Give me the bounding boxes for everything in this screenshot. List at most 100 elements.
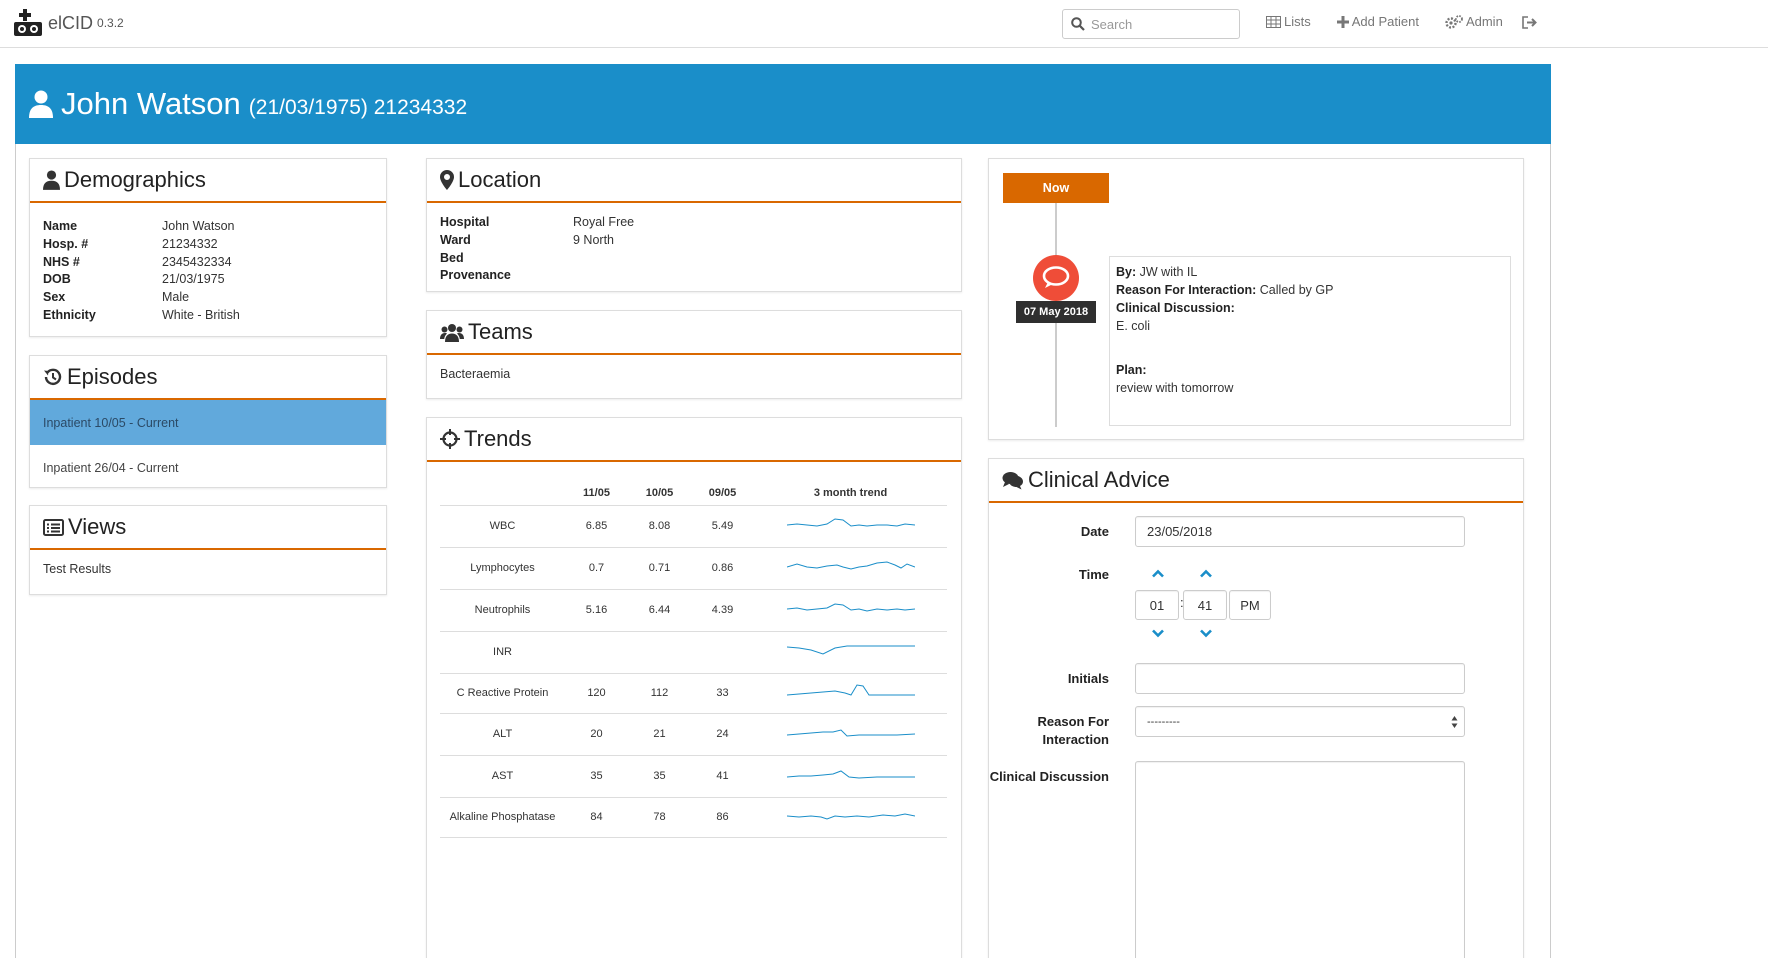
logout-icon[interactable] <box>1522 16 1538 34</box>
test-name: Alkaline Phosphatase <box>440 797 565 838</box>
test-name: Neutrophils <box>440 589 565 632</box>
hour-input[interactable]: 01 <box>1135 590 1179 620</box>
nav-lists[interactable]: Lists <box>1266 14 1311 29</box>
location-row: Hospital Royal Free <box>440 214 948 232</box>
location-row: Provenance <box>440 267 948 285</box>
by-value: JW with IL <box>1139 265 1198 279</box>
app-version: 0.3.2 <box>97 16 124 30</box>
view-item-test-results[interactable]: Test Results <box>43 562 111 576</box>
test-value: 5.49 <box>691 505 754 548</box>
test-value: 5.16 <box>565 589 628 632</box>
reason-label: Reason For Interaction: <box>1116 283 1257 297</box>
trend-sparkline-cell <box>754 589 947 632</box>
nav-admin-label: Admin <box>1465 14 1503 29</box>
test-name: AST <box>440 755 565 798</box>
demographics-row: Hosp. # 21234332 <box>43 236 373 254</box>
trends-title: Trends <box>464 426 532 451</box>
trends-col-header: 09/05 <box>691 482 754 506</box>
test-value: 21 <box>628 713 691 756</box>
timeline-date-badge: 07 May 2018 <box>1016 301 1096 323</box>
date-label: Date <box>1080 524 1109 539</box>
location-row: Bed <box>440 250 948 268</box>
minute-input[interactable]: 41 <box>1183 590 1227 620</box>
trend-sparkline-cell <box>754 631 947 674</box>
demographics-value: 2345432334 <box>162 254 232 269</box>
trend-sparkline-cell <box>754 547 947 590</box>
demographics-header: Demographics <box>30 159 386 203</box>
test-value: 8.08 <box>628 505 691 548</box>
demographics-row: NHS # 2345432334 <box>43 254 373 272</box>
test-value: 112 <box>628 673 691 714</box>
trends-panel: Trends 11/05 10/05 09/05 3 month trend W… <box>426 417 962 958</box>
demographics-row: Ethnicity White - British <box>43 307 373 325</box>
trend-sparkline-cell <box>754 673 947 714</box>
initials-label: Initials <box>1067 671 1109 686</box>
demographics-label: Name <box>43 219 78 233</box>
chevron-down-icon[interactable] <box>1151 629 1165 638</box>
table-row: INR <box>440 631 947 674</box>
demographics-panel: Demographics Name John Watson Hosp. # 2123… <box>29 158 387 337</box>
demographics-label: NHS # <box>43 254 80 269</box>
test-value: 35 <box>628 755 691 798</box>
patient-dob-hosp: (21/03/1975) 21234332 <box>248 96 468 119</box>
table-row: AST 35 35 41 <box>440 755 947 798</box>
location-title: Location <box>458 167 542 192</box>
test-value: 24 <box>691 713 754 756</box>
brand[interactable]: elCID 0.3.2 <box>14 8 124 38</box>
reason-select-value: --------- <box>1147 715 1180 728</box>
app-name: elCID <box>48 12 94 33</box>
meridian-toggle-button[interactable]: PM <box>1229 590 1271 620</box>
chevron-up-icon[interactable] <box>1199 569 1213 578</box>
trends-header: Trends <box>427 418 961 462</box>
location-value: 9 North <box>573 232 614 247</box>
test-value: 86 <box>691 797 754 838</box>
location-label: Hospital <box>440 215 490 229</box>
nav-add-patient[interactable]: Add Patient <box>1336 14 1419 29</box>
chevron-down-icon[interactable] <box>1199 629 1213 638</box>
nav-admin[interactable]: Admin <box>1445 14 1503 29</box>
clinical-advice-title: Clinical Advice <box>1028 467 1170 492</box>
chevron-up-icon[interactable] <box>1151 569 1165 578</box>
demographics-label: Hosp. # <box>43 236 89 251</box>
episodes-title: Episodes <box>67 364 158 389</box>
now-button[interactable]: Now <box>1003 173 1109 203</box>
test-name: Lymphocytes <box>440 547 565 590</box>
location-header: Location <box>427 159 961 203</box>
trend-sparkline <box>786 728 915 737</box>
demographics-body: Name John Watson Hosp. # 21234332 NHS # 234… <box>30 203 386 339</box>
demographics-row: Sex Male <box>43 289 373 307</box>
timeline-entry-card[interactable]: By: JW with IL Reason For Interaction: C… <box>1109 256 1511 426</box>
reason-for-interaction-select[interactable]: --------- <box>1135 706 1465 737</box>
test-value <box>628 631 691 674</box>
clinical-advice-panel: Clinical Advice Date 23/05/2018 Time 01 … <box>988 458 1524 958</box>
nav-add-patient-label: Add Patient <box>1351 14 1419 29</box>
test-value: 0.86 <box>691 547 754 590</box>
demographics-value: White - British <box>162 307 240 322</box>
location-panel: Location Hospital Royal Free Ward 9 North … <box>426 158 962 292</box>
test-value: 0.7 <box>565 547 628 590</box>
episode-item[interactable]: Inpatient 26/04 - Current <box>30 445 386 490</box>
episode-item-active[interactable]: Inpatient 10/05 - Current <box>30 400 386 445</box>
views-header: Views <box>30 506 386 550</box>
main-content: Demographics Name John Watson Hosp. #2123… <box>15 144 1551 958</box>
clinical-discussion-textarea[interactable] <box>1135 761 1465 958</box>
test-name: WBC <box>440 505 565 548</box>
demographics-label: Ethnicity <box>43 307 96 322</box>
test-value: 78 <box>628 797 691 838</box>
demographics-value: 21/03/1975 <box>162 272 225 287</box>
clinical-discussion-label: Clinical Discussion <box>989 769 1109 784</box>
search-input[interactable]: Search <box>1062 9 1240 39</box>
demographics-value: John Watson <box>162 219 235 233</box>
by-label: By: <box>1116 265 1137 279</box>
trend-sparkline <box>786 645 915 655</box>
top-navbar: elCID 0.3.2 Search Lists Add Patient Adm… <box>0 0 1768 48</box>
location-row: Ward 9 North <box>440 232 948 250</box>
date-field[interactable]: 23/05/2018 <box>1135 516 1465 547</box>
trend-sparkline <box>786 812 915 820</box>
table-row: ALT 20 21 24 <box>440 713 947 756</box>
trend-sparkline <box>786 683 915 696</box>
reason-value: Called by GP <box>1259 283 1334 297</box>
initials-field[interactable] <box>1135 663 1465 694</box>
test-name: C Reactive Protein <box>440 673 565 714</box>
test-value: 84 <box>565 797 628 838</box>
